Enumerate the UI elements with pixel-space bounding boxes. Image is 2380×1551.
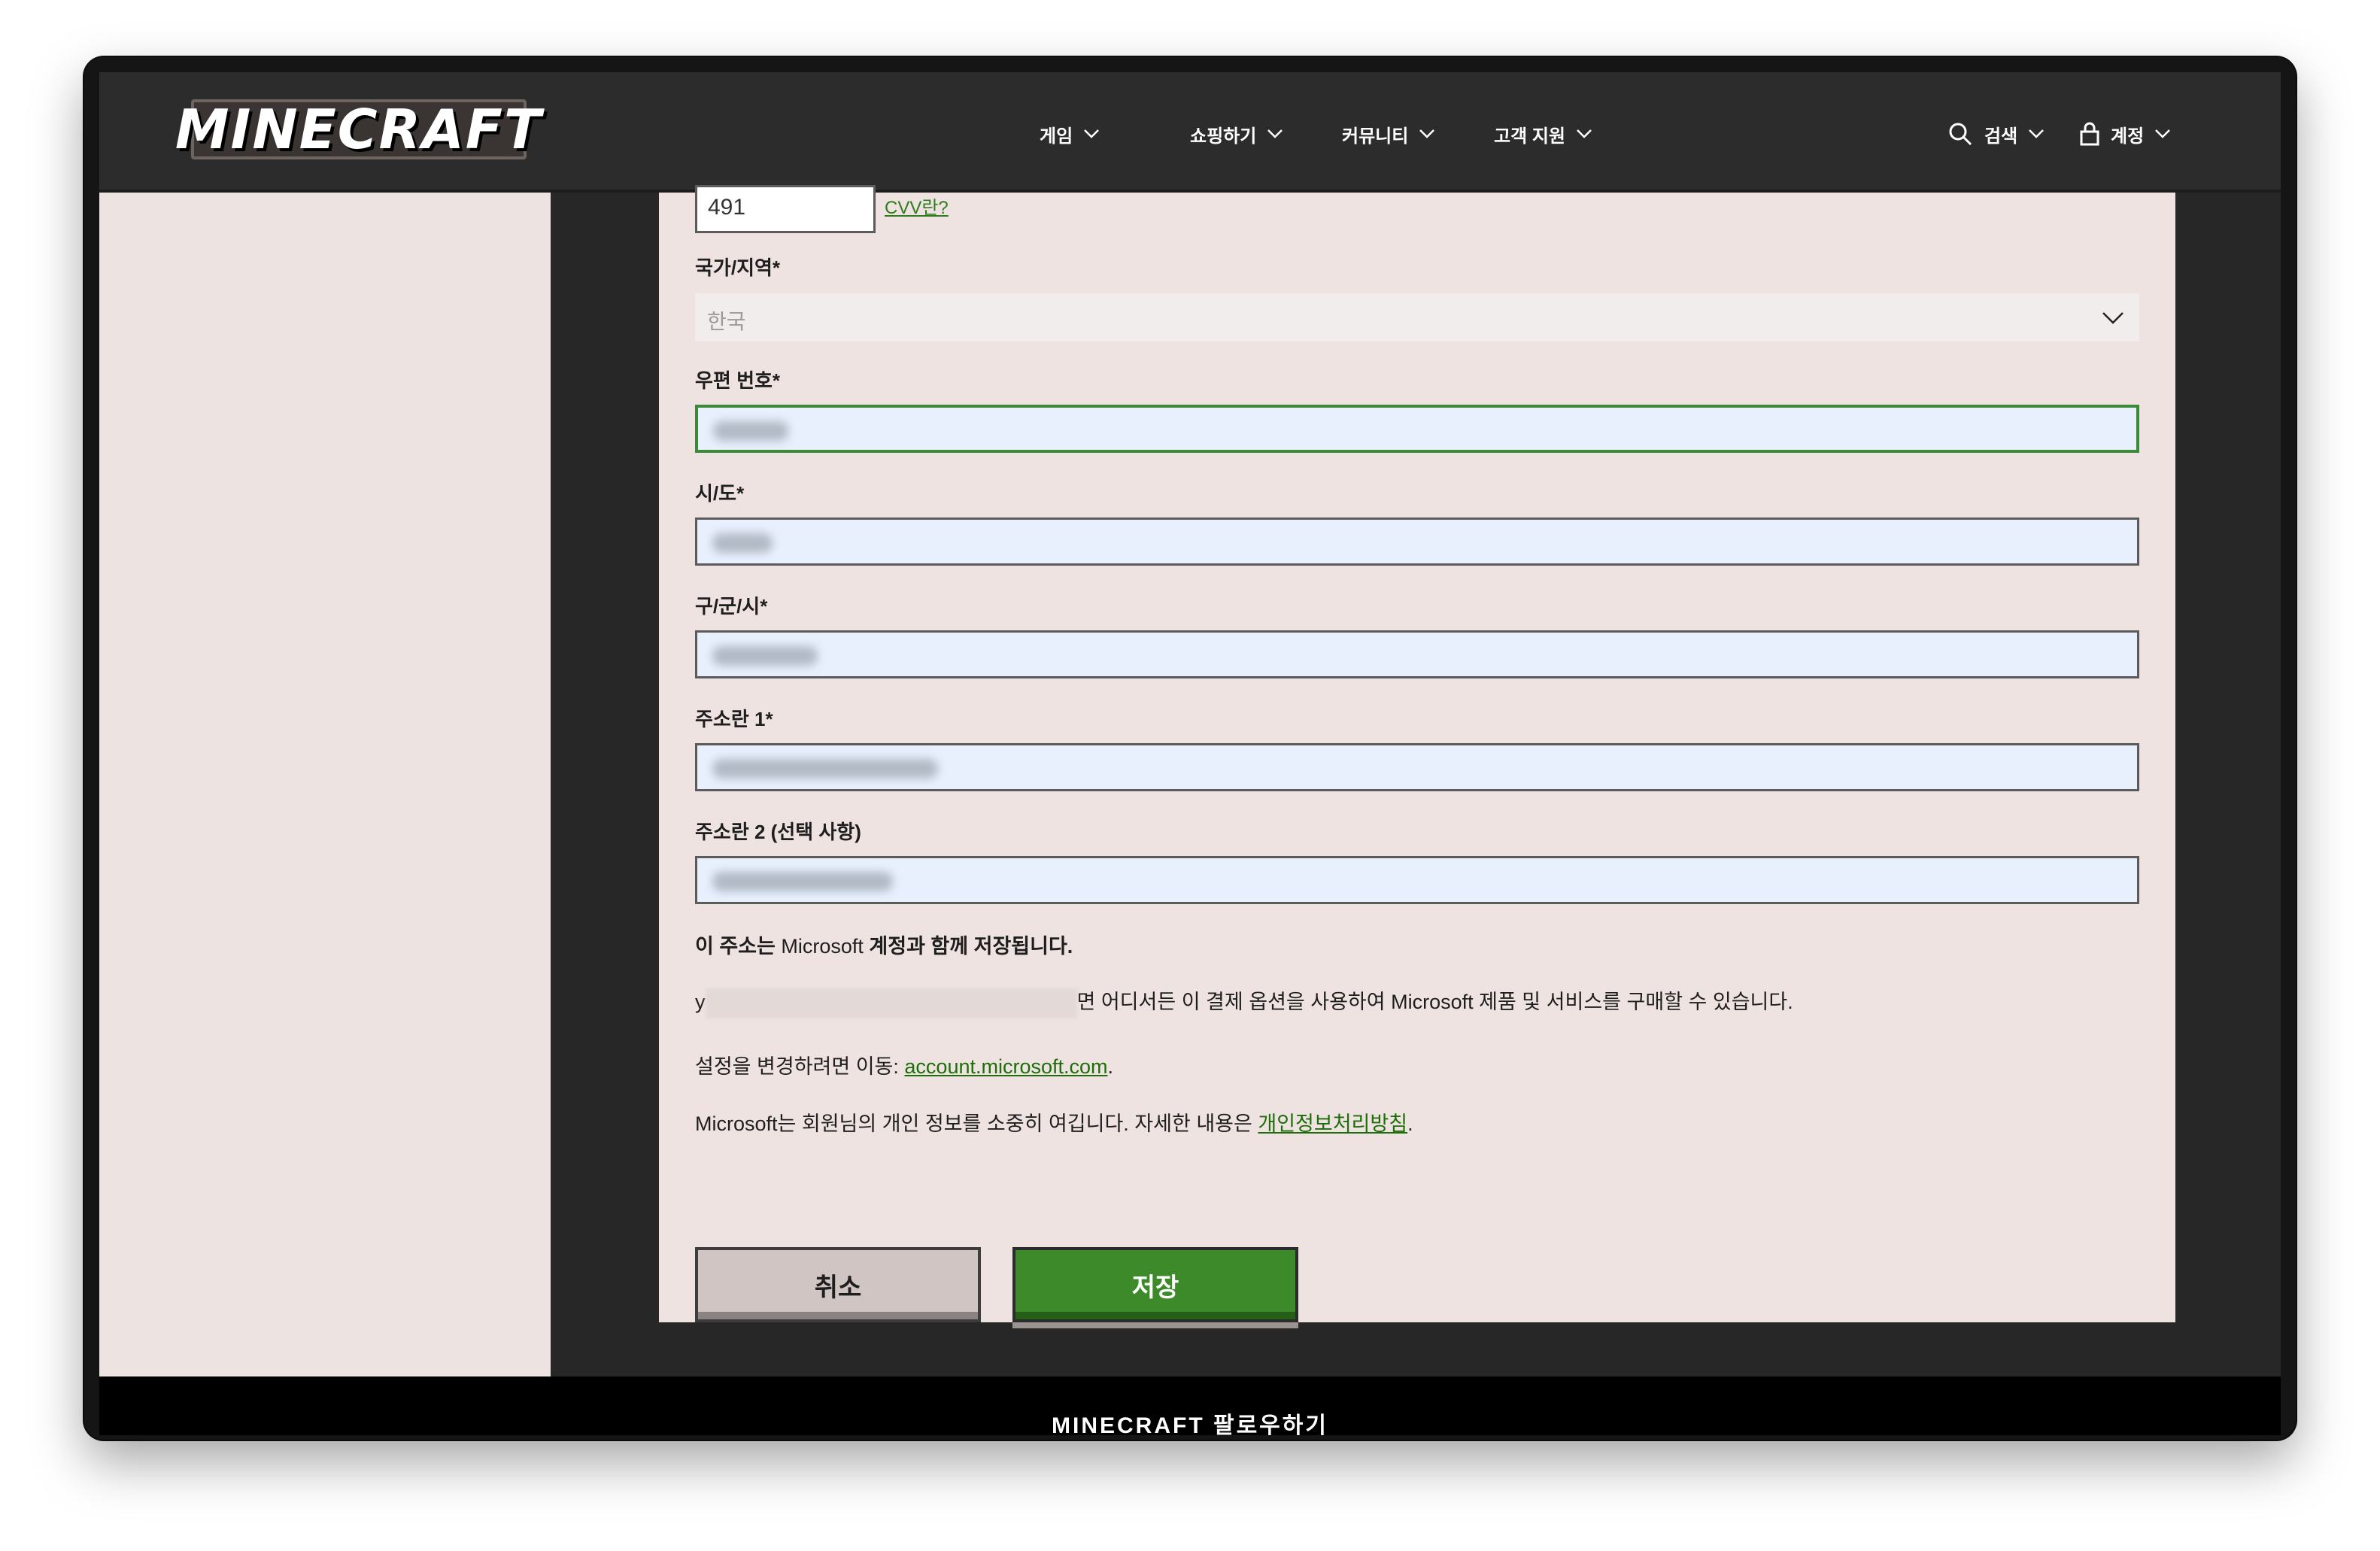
chevron-down-icon [1084,129,1100,138]
account-button[interactable]: 계정 [2079,117,2171,150]
cvv-help-link[interactable]: CVV란? [885,193,949,219]
city-input[interactable] [695,630,2139,678]
state-label: 시/도* [695,482,745,505]
change-end: . [1107,1055,1114,1078]
search-label: 검색 [1984,126,2018,147]
account-label: 계정 [2111,126,2145,147]
account-microsoft-link[interactable]: account.microsoft.com [904,1055,1107,1078]
country-select[interactable]: 한국 [695,293,2139,341]
redacted-value [712,759,938,779]
search-button[interactable]: 검색 [1947,117,2045,150]
postal-code-input[interactable] [695,405,2139,453]
change-settings-note: 설정을 변경하려면 이동: account.microsoft.com. [695,1050,1113,1079]
city-label: 구/군/시* [695,595,768,618]
save-note-prefix: 이 주소는 [695,935,782,958]
country-label: 국가/지역* [695,256,781,279]
billing-address-form: 491 CVV란? 국가/지역* 한국 우편 번호* 시/도* 구/군/시* 주… [659,185,2175,1322]
address2-label: 주소란 2 (선택 사항) [695,821,861,843]
chevron-down-icon [2029,129,2045,138]
save-note-brand: Microsoft [781,935,864,958]
cancel-button[interactable]: 취소 [695,1247,981,1322]
browser-window: MINECRAFT 게임 쇼핑하기 커뮤니티 고객 지원 검색 계정 491 C… [84,57,2296,1440]
search-icon [1949,123,1972,146]
state-input[interactable] [695,518,2139,566]
privacy-end: . [1407,1112,1413,1135]
save-note: 이 주소는 Microsoft 계정과 함께 저장됩니다. [695,930,1073,959]
chevron-down-icon [1419,129,1435,138]
redacted-email [705,988,1077,1018]
usage-note: y 면 어디서든 이 결제 옵션을 사용하여 Microsoft 제품 및 서비스… [695,985,1793,1018]
nav-community-label: 커뮤니티 [1342,126,1409,147]
nav-shop[interactable]: 쇼핑하기 [1190,117,1283,150]
postal-code-label: 우편 번호* [695,369,781,392]
minecraft-logo[interactable]: MINECRAFT [175,98,541,161]
privacy-policy-link[interactable]: 개인정보처리방침 [1258,1112,1407,1135]
redacted-value [712,646,818,666]
redacted-value [713,421,788,441]
nav-support[interactable]: 고객 지원 [1494,117,1592,150]
address1-input[interactable] [695,743,2139,791]
left-panel [99,193,551,1376]
chevron-down-icon [1267,129,1283,138]
country-value: 한국 [707,310,746,333]
nav-games[interactable]: 게임 [1040,117,1100,150]
cvv-input[interactable]: 491 [695,185,876,233]
nav-support-label: 고객 지원 [1494,126,1565,147]
address2-input[interactable] [695,856,2139,904]
site-footer: MINECRAFT 팔로우하기 [99,1376,2281,1435]
chevron-down-icon [1577,129,1592,138]
chevron-down-icon [2155,129,2171,138]
address1-label: 주소란 1* [695,708,773,730]
footer-follow-text: MINECRAFT 팔로우하기 [1052,1413,1328,1435]
usage-prefix: y [695,991,706,1013]
lock-icon [2080,122,2099,146]
usage-text: 면 어디서든 이 결제 옵션을 사용하여 Microsoft 제품 및 서비스를… [1076,991,1793,1013]
save-button[interactable]: 저장 [1012,1247,1298,1322]
privacy-text: Microsoft는 회원님의 개인 정보를 소중히 여깁니다. 자세한 내용은 [695,1112,1258,1135]
nav-shop-label: 쇼핑하기 [1190,126,1257,147]
change-text: 설정을 변경하려면 이동: [695,1055,905,1078]
redacted-value [712,872,893,891]
site-header: MINECRAFT 게임 쇼핑하기 커뮤니티 고객 지원 검색 계정 [99,72,2281,193]
privacy-note: Microsoft는 회원님의 개인 정보를 소중히 여깁니다. 자세한 내용은… [695,1107,1413,1137]
nav-community[interactable]: 커뮤니티 [1342,117,1435,150]
nav-games-label: 게임 [1040,126,1073,147]
page-viewport: MINECRAFT 게임 쇼핑하기 커뮤니티 고객 지원 검색 계정 491 C… [99,72,2281,1435]
chevron-down-icon [2102,312,2123,324]
redacted-value [712,533,773,553]
save-note-suffix: 계정과 함께 저장됩니다. [863,935,1073,958]
